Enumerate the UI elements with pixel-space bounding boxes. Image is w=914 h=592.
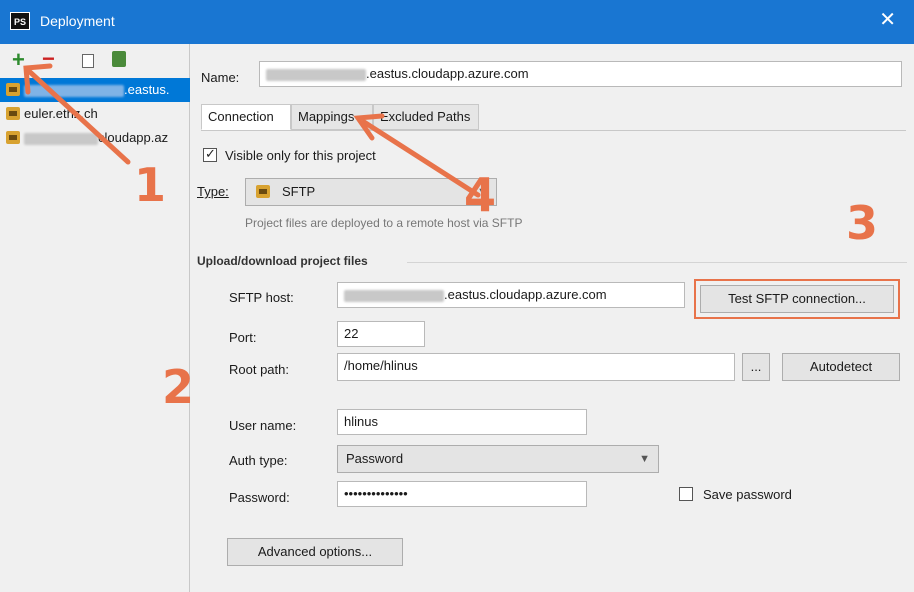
advanced-options-button[interactable]: Advanced options... [227, 538, 403, 566]
type-select[interactable]: SFTP ▼ [245, 178, 497, 206]
type-value: SFTP [282, 184, 316, 199]
auth-type-value: Password [346, 451, 404, 466]
annotation-number-3: 3 [846, 196, 879, 250]
server-list-panel: + − .eastus. euler.ethz.ch cloudapp.az [0, 44, 190, 592]
root-path-field[interactable]: /home/hlinus [337, 353, 735, 381]
server-list-item[interactable]: cloudapp.az [0, 126, 190, 150]
server-label: cloudapp.az [98, 130, 169, 145]
copy-server-icon[interactable] [78, 54, 94, 72]
type-label: Type: [197, 184, 229, 199]
remove-server-icon[interactable]: − [42, 48, 55, 70]
server-settings-panel: Name: .eastus.cloudapp.azure.com Connect… [191, 44, 914, 592]
sftp-server-icon [6, 107, 20, 120]
server-list: .eastus. euler.ethz.ch cloudapp.az [0, 78, 190, 150]
autodetect-button[interactable]: Autodetect [782, 353, 900, 381]
server-label: .eastus. [124, 82, 170, 97]
add-server-icon[interactable]: + [12, 49, 25, 71]
tab-excluded-paths[interactable]: Excluded Paths [373, 104, 479, 130]
save-password-checkbox[interactable] [679, 487, 693, 501]
server-list-item[interactable]: .eastus. [0, 78, 190, 102]
section-divider [407, 262, 907, 263]
close-icon[interactable]: ✕ [879, 10, 896, 30]
redacted-text [24, 132, 98, 145]
phpstorm-app-icon: PS [10, 12, 30, 30]
port-field[interactable]: 22 [337, 321, 425, 347]
save-password-label: Save password [703, 487, 792, 502]
tab-divider [201, 130, 906, 131]
section-title: Upload/download project files [197, 254, 368, 268]
browse-button[interactable]: ... [742, 353, 770, 381]
sftp-host-value: .eastus.cloudapp.azure.com [444, 287, 607, 302]
tab-connection[interactable]: Connection [201, 104, 291, 130]
sftp-host-field[interactable]: .eastus.cloudapp.azure.com [337, 282, 685, 308]
redacted-text [24, 84, 124, 97]
sftp-host-label: SFTP host: [229, 290, 294, 305]
name-value: .eastus.cloudapp.azure.com [366, 66, 529, 81]
password-field[interactable]: •••••••••••••• [337, 481, 587, 507]
tab-mappings[interactable]: Mappings [291, 104, 373, 130]
port-label: Port: [229, 330, 257, 345]
chevron-down-icon: ▼ [639, 453, 650, 465]
visible-only-label: Visible only for this project [225, 148, 376, 163]
auth-type-select[interactable]: Password ▼ [337, 445, 659, 473]
server-label: euler.ethz.ch [24, 106, 98, 121]
visible-only-checkbox[interactable] [203, 146, 217, 162]
annotation-number-2: 2 [162, 360, 195, 414]
user-name-label: User name: [229, 418, 297, 433]
password-label: Password: [229, 490, 290, 505]
user-name-field[interactable]: hlinus [337, 409, 587, 435]
sftp-server-icon [6, 83, 20, 96]
server-list-item[interactable]: euler.ethz.ch [0, 102, 190, 126]
annotation-number-4: 4 [464, 168, 497, 222]
window-title: Deployment [40, 13, 115, 29]
server-toolbar: + − [0, 44, 189, 78]
test-connection-button[interactable]: Test SFTP connection... [700, 285, 894, 313]
name-label: Name: [201, 70, 240, 85]
redacted-text [266, 68, 366, 81]
annotation-number-1: 1 [134, 158, 167, 212]
set-default-icon[interactable] [112, 51, 126, 67]
title-bar: PS Deployment ✕ [0, 0, 914, 44]
name-field[interactable]: .eastus.cloudapp.azure.com [259, 61, 902, 87]
sftp-type-icon [256, 185, 270, 198]
sftp-server-icon [6, 131, 20, 144]
redacted-text [344, 289, 444, 302]
auth-type-label: Auth type: [229, 453, 288, 468]
root-path-label: Root path: [229, 362, 289, 377]
